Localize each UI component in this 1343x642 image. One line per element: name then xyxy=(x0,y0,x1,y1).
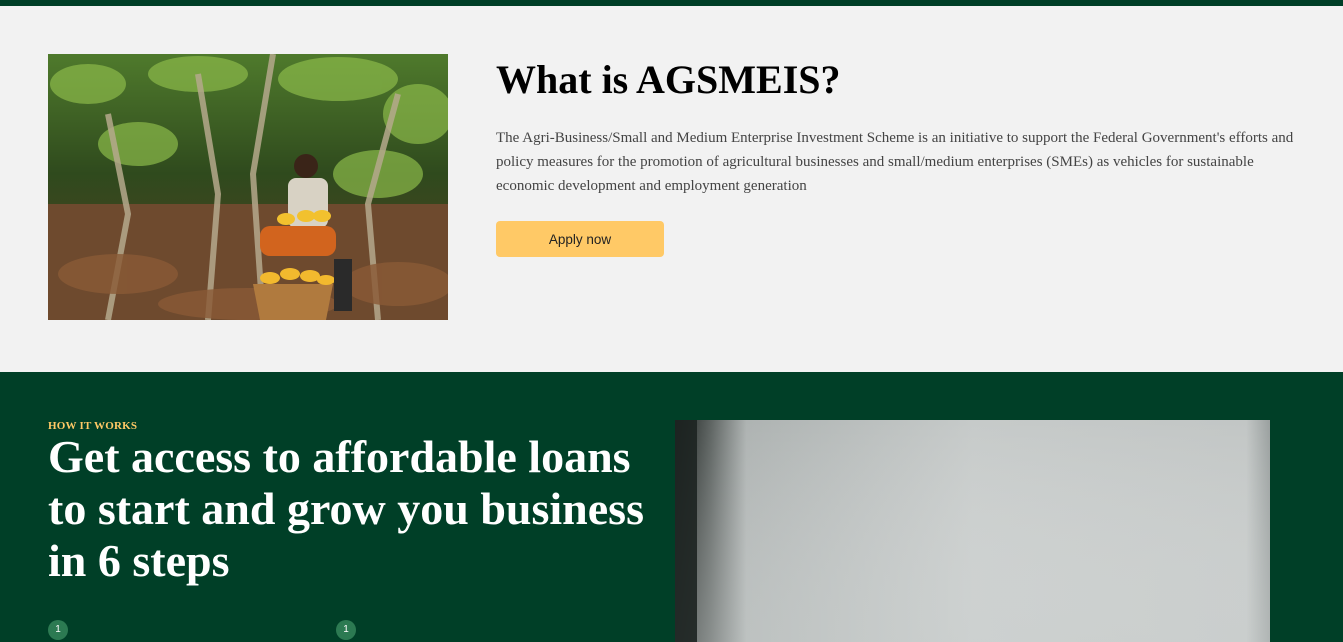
how-it-works-heading: Get access to affordable loans to start … xyxy=(48,431,644,586)
about-description: The Agri-Business/Small and Medium Enter… xyxy=(496,130,1294,194)
step-number-badge: 1 xyxy=(336,620,356,640)
apply-now-button[interactable]: Apply now xyxy=(496,221,664,257)
about-heading: What is AGSMEIS? xyxy=(496,57,841,102)
how-it-works-section: HOW IT WORKS Get access to affordable lo… xyxy=(0,372,1343,642)
step-number-badge: 1 xyxy=(48,620,68,640)
farmer-with-cocoa-photo xyxy=(48,54,448,320)
how-it-works-photo xyxy=(675,420,1270,642)
about-section: What is AGSMEIS? The Agri-Business/Small… xyxy=(0,6,1343,372)
